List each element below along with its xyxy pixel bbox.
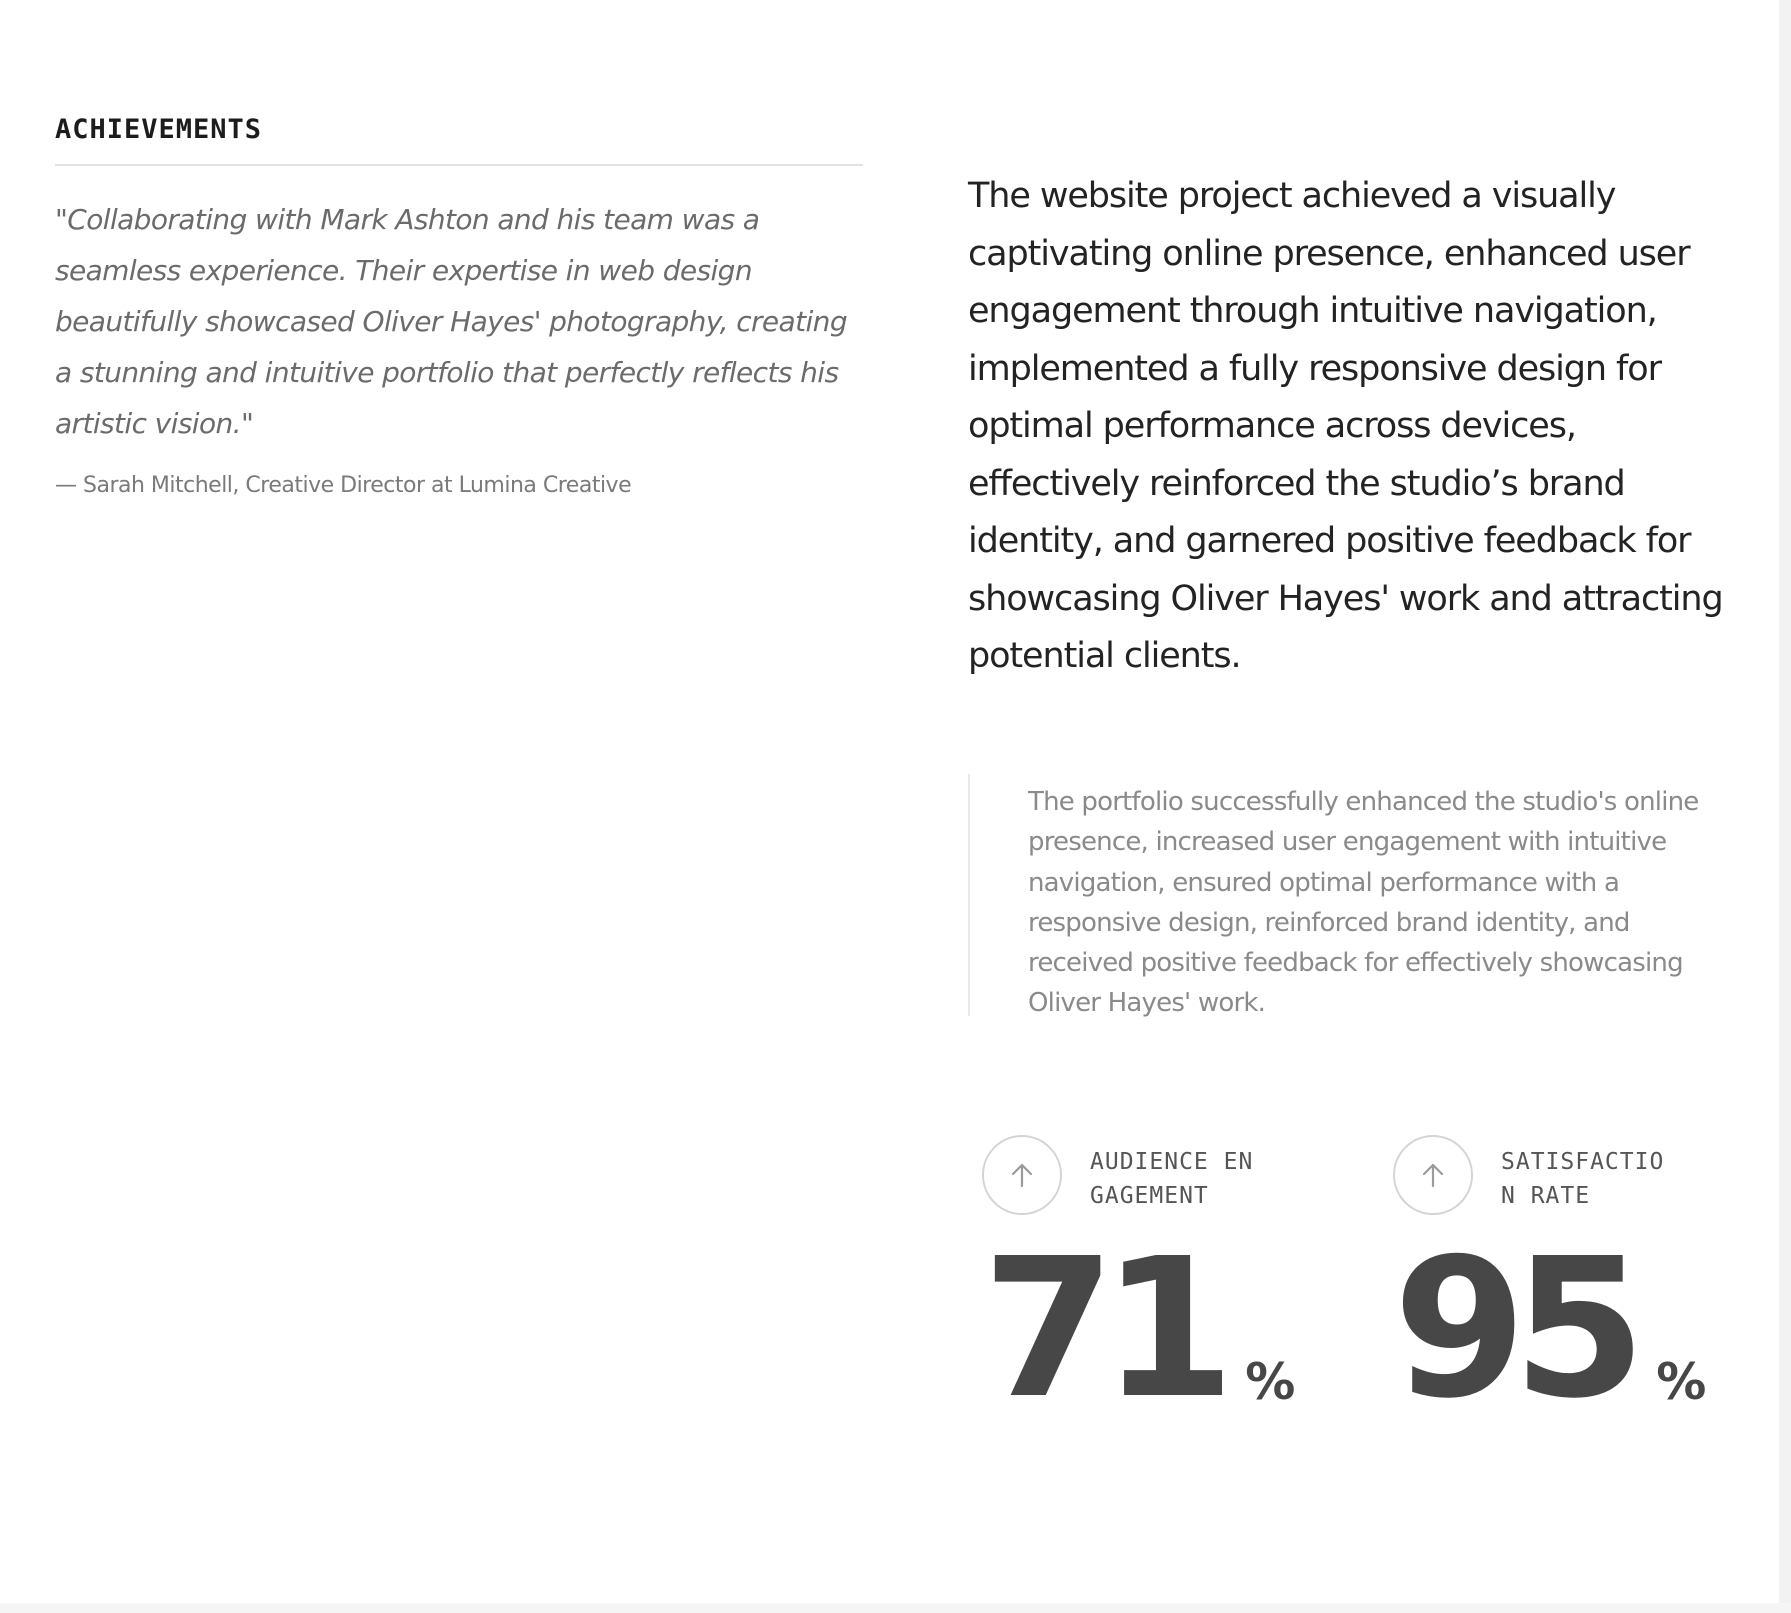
stat-unit: % — [1656, 1353, 1707, 1411]
arrow-up-icon — [982, 1135, 1062, 1215]
arrow-up-icon-graphic — [1422, 1163, 1444, 1188]
window-edge-right — [1779, 0, 1791, 1613]
stat-audience-engagement: AUDIENCE ENGAGEMENT 71 % — [982, 1135, 1362, 1465]
testimonial-quote: "Collaborating with Mark Ashton and his … — [55, 203, 848, 440]
stat-value: 71 % — [982, 1218, 1296, 1441]
testimonial-attribution: — Sarah Mitchell, Creative Director at L… — [55, 473, 632, 498]
stat-number: 71 — [982, 1218, 1235, 1441]
summary-text: The website project achieved a visually … — [968, 176, 1724, 676]
section-label: ACHIEVEMENTS — [55, 114, 263, 145]
achievements-section: ACHIEVEMENTS "Collaborating with Mark As… — [55, 112, 863, 501]
summary-note-block: The portfolio successfully enhanced the … — [968, 774, 1710, 1018]
achievements-page: ACHIEVEMENTS "Collaborating with Mark As… — [0, 0, 1791, 1613]
stat-number: 95 — [1393, 1218, 1646, 1441]
stat-value: 95 % — [1393, 1218, 1707, 1441]
section-divider — [55, 164, 863, 166]
arrow-up-icon-graphic — [1011, 1163, 1033, 1188]
stat-satisfaction-rate: SATISFACTION RATE 95 % — [1393, 1135, 1773, 1465]
window-edge-bottom — [0, 1603, 1791, 1613]
arrow-up-icon — [1393, 1135, 1473, 1215]
stat-label: AUDIENCE ENGAGEMENT — [1090, 1149, 1254, 1209]
stat-unit: % — [1245, 1353, 1296, 1411]
stats-row: AUDIENCE ENGAGEMENT 71 % SATISFACTION RA… — [982, 1135, 1742, 1465]
stat-label: SATISFACTION RATE — [1501, 1149, 1665, 1209]
summary-note: The portfolio successfully enhanced the … — [1028, 787, 1699, 1019]
summary-section: The website project achieved a visually … — [968, 168, 1738, 1018]
